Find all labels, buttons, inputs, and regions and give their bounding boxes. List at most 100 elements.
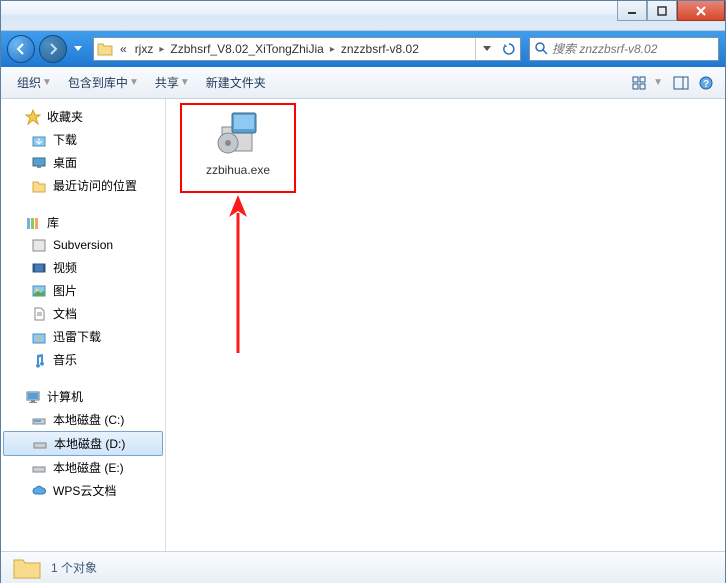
- nav-history-dropdown[interactable]: [71, 46, 85, 52]
- share-menu[interactable]: 共享 ▼: [147, 70, 198, 95]
- refresh-button[interactable]: [498, 38, 520, 60]
- tree-label: 本地磁盘 (C:): [53, 411, 124, 428]
- tree-label: 音乐: [53, 351, 77, 368]
- maximize-button[interactable]: [647, 1, 677, 21]
- sidebar-item-videos[interactable]: 视频: [1, 256, 165, 279]
- sidebar-item-wps-cloud[interactable]: WPS云文档: [1, 479, 165, 502]
- thunder-download-icon: [31, 329, 47, 345]
- download-folder-icon: [31, 132, 47, 148]
- forward-button[interactable]: [39, 35, 67, 63]
- preview-pane-button[interactable]: [669, 72, 693, 94]
- sidebar-item-recent[interactable]: 最近访问的位置: [1, 174, 165, 197]
- status-text: 1 个对象: [51, 559, 97, 576]
- libraries-root[interactable]: 库: [1, 211, 165, 234]
- dropdown-button[interactable]: [476, 38, 498, 60]
- cloud-icon: [31, 483, 47, 499]
- svg-text:?: ?: [703, 79, 709, 90]
- status-bar: 1 个对象: [1, 551, 725, 583]
- include-label: 包含到库中: [68, 74, 128, 91]
- sidebar-item-desktop[interactable]: 桌面: [1, 151, 165, 174]
- chevron-down-icon: ▼: [653, 77, 663, 88]
- favorites-root[interactable]: 收藏夹: [1, 105, 165, 128]
- tree-label: 图片: [53, 282, 77, 299]
- tree-label: 桌面: [53, 154, 77, 171]
- star-icon: [25, 109, 41, 125]
- toolbar-right: ▼ ?: [628, 72, 717, 94]
- folder-icon: [94, 38, 116, 60]
- chevron-down-icon: ▼: [129, 77, 139, 88]
- chevron-right-icon[interactable]: ▸: [157, 44, 166, 55]
- newfolder-label: 新建文件夹: [206, 74, 266, 91]
- address-bar[interactable]: « rjxz ▸ Zzbhsrf_V8.02_XiTongZhiJia ▸ zn…: [93, 37, 521, 61]
- breadcrumb: « rjxz ▸ Zzbhsrf_V8.02_XiTongZhiJia ▸ zn…: [116, 38, 423, 60]
- tree-label: 下载: [53, 131, 77, 148]
- desktop-icon: [31, 155, 47, 171]
- annotation-arrow: [226, 195, 250, 360]
- libraries-group: 库 Subversion 视频 图片 文档: [1, 211, 165, 371]
- exe-installer-icon: [214, 109, 262, 157]
- explorer-window: « rjxz ▸ Zzbhsrf_V8.02_XiTongZhiJia ▸ zn…: [0, 0, 726, 583]
- sidebar-item-subversion[interactable]: Subversion: [1, 234, 165, 256]
- breadcrumb-item[interactable]: znzzbsrf-v8.02: [337, 38, 423, 60]
- disk-icon: [31, 460, 47, 476]
- picture-icon: [31, 283, 47, 299]
- back-button[interactable]: [7, 35, 35, 63]
- sidebar-item-drive-e[interactable]: 本地磁盘 (E:): [1, 456, 165, 479]
- file-item[interactable]: zzbihua.exe: [194, 109, 282, 179]
- minimize-button[interactable]: [617, 1, 647, 21]
- chevron-down-icon: ▼: [180, 77, 190, 88]
- recent-places-icon: [31, 178, 47, 194]
- video-icon: [31, 260, 47, 276]
- tree-label: 迅雷下载: [53, 328, 101, 345]
- search-box[interactable]: [529, 37, 719, 61]
- tree-label: WPS云文档: [53, 482, 116, 499]
- sidebar-item-music[interactable]: 音乐: [1, 348, 165, 371]
- computer-label: 计算机: [47, 388, 83, 405]
- sidebar-item-thunder[interactable]: 迅雷下载: [1, 325, 165, 348]
- music-icon: [31, 352, 47, 368]
- computer-root[interactable]: 计算机: [1, 385, 165, 408]
- search-icon: [534, 41, 548, 58]
- help-button[interactable]: ?: [695, 72, 717, 94]
- tree-label: 本地磁盘 (D:): [54, 435, 125, 452]
- sidebar-item-pictures[interactable]: 图片: [1, 279, 165, 302]
- navigation-pane: 收藏夹 下载 桌面 最近访问的位置: [1, 99, 166, 551]
- window-controls: [617, 1, 725, 21]
- document-icon: [31, 306, 47, 322]
- library-icon: [25, 215, 41, 231]
- breadcrumb-item[interactable]: rjxz: [131, 38, 158, 60]
- tree-label: 文档: [53, 305, 77, 322]
- tree-label: 视频: [53, 259, 77, 276]
- sidebar-item-documents[interactable]: 文档: [1, 302, 165, 325]
- chevron-down-icon: ▼: [42, 77, 52, 88]
- chevron-right-icon[interactable]: ▸: [328, 44, 337, 55]
- nav-bar: « rjxz ▸ Zzbhsrf_V8.02_XiTongZhiJia ▸ zn…: [1, 31, 725, 67]
- computer-icon: [25, 389, 41, 405]
- title-bar: [1, 1, 725, 31]
- close-button[interactable]: [677, 1, 725, 21]
- folder-large-icon: [11, 554, 43, 582]
- tree-label: Subversion: [53, 238, 113, 252]
- disk-icon: [32, 436, 48, 452]
- new-folder-button[interactable]: 新建文件夹: [198, 70, 274, 95]
- disk-icon: [31, 412, 47, 428]
- view-options-button[interactable]: ▼: [628, 72, 667, 94]
- search-input[interactable]: [552, 42, 714, 56]
- organize-label: 组织: [17, 74, 41, 91]
- favorites-label: 收藏夹: [47, 108, 83, 125]
- organize-menu[interactable]: 组织 ▼: [9, 70, 60, 95]
- subversion-icon: [31, 237, 47, 253]
- file-name-label: zzbihua.exe: [194, 163, 282, 179]
- sidebar-item-drive-d[interactable]: 本地磁盘 (D:): [3, 431, 163, 456]
- tree-label: 最近访问的位置: [53, 177, 137, 194]
- include-in-library-menu[interactable]: 包含到库中 ▼: [60, 70, 147, 95]
- sidebar-item-downloads[interactable]: 下载: [1, 128, 165, 151]
- computer-group: 计算机 本地磁盘 (C:) 本地磁盘 (D:) 本地磁盘 (E:) WPS云文档: [1, 385, 165, 502]
- address-bar-buttons: [475, 38, 520, 60]
- sidebar-item-drive-c[interactable]: 本地磁盘 (C:): [1, 408, 165, 431]
- toolbar: 组织 ▼ 包含到库中 ▼ 共享 ▼ 新建文件夹 ▼ ?: [1, 67, 725, 99]
- breadcrumb-item[interactable]: Zzbhsrf_V8.02_XiTongZhiJia: [166, 38, 327, 60]
- breadcrumb-ellipsis[interactable]: «: [116, 38, 131, 60]
- file-list-pane[interactable]: zzbihua.exe: [166, 99, 725, 551]
- libraries-label: 库: [47, 214, 59, 231]
